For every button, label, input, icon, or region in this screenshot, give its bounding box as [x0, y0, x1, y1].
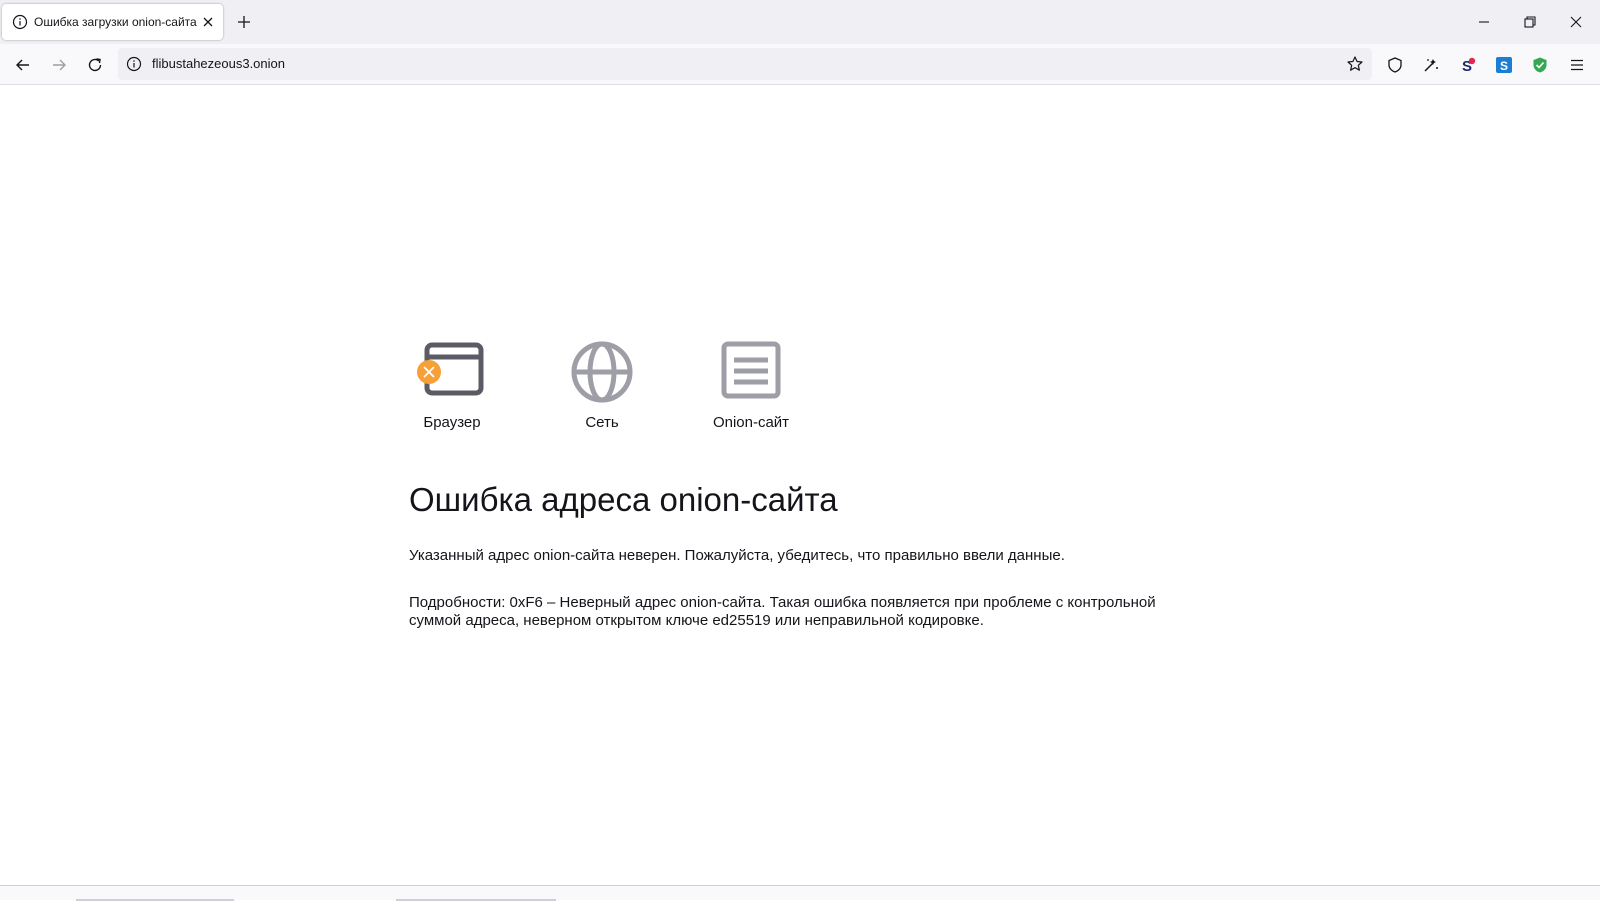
- forward-arrow-icon[interactable]: [50, 56, 68, 74]
- reload-icon[interactable]: [86, 56, 104, 74]
- tab-active[interactable]: Ошибка загрузки onion-сайта: [2, 4, 223, 40]
- status-browser: Браузер: [392, 340, 512, 432]
- page-title: Ошибка адреса onion-сайта: [409, 481, 838, 518]
- info-icon: [12, 14, 28, 30]
- error-description: Указанный адрес onion-сайта неверен. Пож…: [409, 547, 1065, 564]
- status-network: Сеть: [542, 340, 662, 432]
- close-icon[interactable]: [1568, 14, 1584, 30]
- hamburger-menu-icon[interactable]: [1568, 56, 1586, 74]
- error-details: Подробности: 0xF6 – Неверный адрес onion…: [409, 594, 1156, 629]
- site-info-icon[interactable]: [126, 56, 142, 72]
- svg-text:S: S: [1500, 59, 1508, 73]
- browser-window-icon: [417, 340, 487, 404]
- back-arrow-icon[interactable]: [14, 56, 32, 74]
- globe-icon: [567, 340, 637, 404]
- status-browser-label: Браузер: [423, 414, 481, 431]
- error-page: Браузер Сеть Onion-сайт Ошибка адреса on…: [0, 85, 1600, 885]
- restore-icon[interactable]: [1522, 14, 1538, 30]
- tab-title: Ошибка загрузки onion-сайта: [34, 15, 197, 29]
- extension-shield-green-icon[interactable]: [1531, 56, 1549, 74]
- tor-circuit-icon[interactable]: [1422, 56, 1440, 74]
- navigation-bar: flibustahezeous3.onion S S: [0, 44, 1600, 85]
- extension-s-blue-icon[interactable]: S: [1495, 56, 1513, 74]
- status-onion-site: Onion-сайт: [691, 340, 811, 432]
- minimize-icon[interactable]: [1476, 14, 1492, 30]
- bookmark-star-icon[interactable]: [1346, 55, 1364, 73]
- tab-close-icon[interactable]: [200, 14, 216, 30]
- shield-icon[interactable]: [1386, 56, 1404, 74]
- new-tab-plus-icon[interactable]: [236, 14, 252, 30]
- url-text[interactable]: flibustahezeous3.onion: [152, 56, 285, 72]
- status-onion-site-label: Onion-сайт: [712, 414, 790, 431]
- bottom-edge: [0, 885, 1600, 901]
- document-icon: [716, 340, 786, 404]
- status-network-label: Сеть: [585, 414, 619, 431]
- tab-strip: Ошибка загрузки onion-сайта: [0, 0, 1600, 44]
- extension-s-red-icon[interactable]: S: [1459, 56, 1477, 75]
- url-bar[interactable]: flibustahezeous3.onion: [118, 48, 1372, 80]
